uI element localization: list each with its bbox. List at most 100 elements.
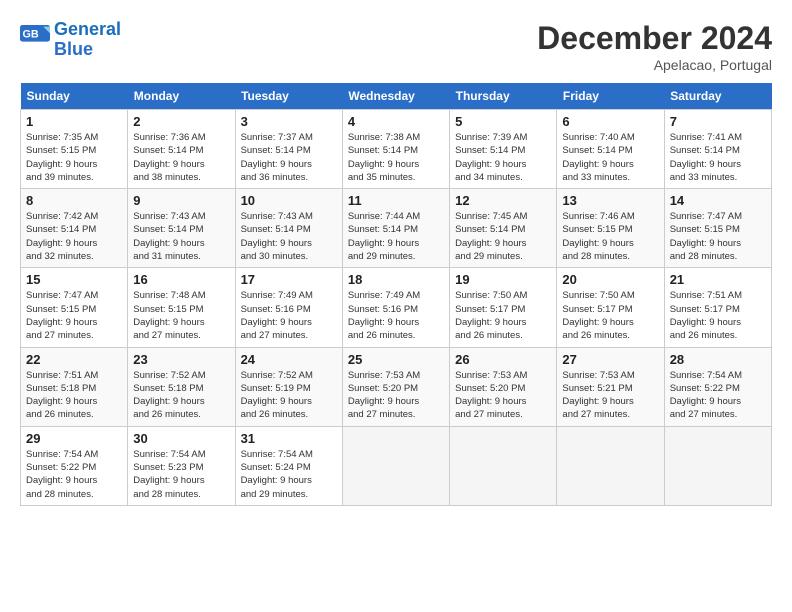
day-info: Sunrise: 7:47 AM Sunset: 5:15 PM Dayligh… [26,289,122,342]
calendar-cell: 22 Sunrise: 7:51 AM Sunset: 5:18 PM Dayli… [21,347,128,426]
day-info: Sunrise: 7:37 AM Sunset: 5:14 PM Dayligh… [241,131,337,184]
calendar-cell: 1 Sunrise: 7:35 AM Sunset: 5:15 PM Daylig… [21,110,128,189]
calendar-cell: 7 Sunrise: 7:41 AM Sunset: 5:14 PM Daylig… [664,110,771,189]
day-info: Sunrise: 7:54 AM Sunset: 5:24 PM Dayligh… [241,448,337,501]
day-number: 14 [670,193,766,208]
day-number: 7 [670,114,766,129]
logo: GB General Blue [20,20,121,60]
calendar-cell: 27 Sunrise: 7:53 AM Sunset: 5:21 PM Dayli… [557,347,664,426]
location: Apelacao, Portugal [537,57,772,73]
title-area: December 2024 Apelacao, Portugal [537,20,772,73]
calendar-week-2: 8 Sunrise: 7:42 AM Sunset: 5:14 PM Daylig… [21,189,772,268]
calendar-cell: 19Sunrise: 7:50 AM Sunset: 5:17 PM Dayli… [450,268,557,347]
day-info: Sunrise: 7:41 AM Sunset: 5:14 PM Dayligh… [670,131,766,184]
day-info: Sunrise: 7:53 AM Sunset: 5:21 PM Dayligh… [562,369,658,422]
calendar-cell: 8 Sunrise: 7:42 AM Sunset: 5:14 PM Daylig… [21,189,128,268]
day-number: 15 [26,272,122,287]
day-info: Sunrise: 7:52 AM Sunset: 5:18 PM Dayligh… [133,369,229,422]
calendar-cell: 2 Sunrise: 7:36 AM Sunset: 5:14 PM Daylig… [128,110,235,189]
day-number: 2 [133,114,229,129]
day-number: 26 [455,352,551,367]
calendar-cell: 6Sunrise: 7:40 AM Sunset: 5:14 PM Daylig… [557,110,664,189]
calendar-cell: 13Sunrise: 7:46 AM Sunset: 5:15 PM Dayli… [557,189,664,268]
day-number: 30 [133,431,229,446]
day-number: 20 [562,272,658,287]
calendar-cell [342,426,449,505]
day-number: 27 [562,352,658,367]
day-info: Sunrise: 7:54 AM Sunset: 5:23 PM Dayligh… [133,448,229,501]
day-info: Sunrise: 7:54 AM Sunset: 5:22 PM Dayligh… [26,448,122,501]
weekday-sunday: Sunday [21,83,128,110]
weekday-header-row: SundayMondayTuesdayWednesdayThursdayFrid… [21,83,772,110]
calendar-cell: 3Sunrise: 7:37 AM Sunset: 5:14 PM Daylig… [235,110,342,189]
day-info: Sunrise: 7:51 AM Sunset: 5:17 PM Dayligh… [670,289,766,342]
day-number: 18 [348,272,444,287]
day-info: Sunrise: 7:38 AM Sunset: 5:14 PM Dayligh… [348,131,444,184]
calendar-cell: 26Sunrise: 7:53 AM Sunset: 5:20 PM Dayli… [450,347,557,426]
day-info: Sunrise: 7:35 AM Sunset: 5:15 PM Dayligh… [26,131,122,184]
day-info: Sunrise: 7:54 AM Sunset: 5:22 PM Dayligh… [670,369,766,422]
day-number: 24 [241,352,337,367]
weekday-thursday: Thursday [450,83,557,110]
day-number: 28 [670,352,766,367]
day-number: 29 [26,431,122,446]
day-info: Sunrise: 7:43 AM Sunset: 5:14 PM Dayligh… [133,210,229,263]
calendar-cell [557,426,664,505]
calendar-week-3: 15 Sunrise: 7:47 AM Sunset: 5:15 PM Dayli… [21,268,772,347]
calendar-cell [664,426,771,505]
svg-text:GB: GB [23,28,39,40]
day-info: Sunrise: 7:44 AM Sunset: 5:14 PM Dayligh… [348,210,444,263]
day-number: 8 [26,193,122,208]
weekday-friday: Friday [557,83,664,110]
day-info: Sunrise: 7:39 AM Sunset: 5:14 PM Dayligh… [455,131,551,184]
calendar-cell: 12Sunrise: 7:45 AM Sunset: 5:14 PM Dayli… [450,189,557,268]
day-info: Sunrise: 7:51 AM Sunset: 5:18 PM Dayligh… [26,369,122,422]
day-number: 23 [133,352,229,367]
day-info: Sunrise: 7:36 AM Sunset: 5:14 PM Dayligh… [133,131,229,184]
calendar-cell: 21 Sunrise: 7:51 AM Sunset: 5:17 PM Dayli… [664,268,771,347]
day-number: 17 [241,272,337,287]
calendar-body: 1 Sunrise: 7:35 AM Sunset: 5:15 PM Daylig… [21,110,772,506]
calendar-cell: 17Sunrise: 7:49 AM Sunset: 5:16 PM Dayli… [235,268,342,347]
day-info: Sunrise: 7:43 AM Sunset: 5:14 PM Dayligh… [241,210,337,263]
calendar-cell: 25Sunrise: 7:53 AM Sunset: 5:20 PM Dayli… [342,347,449,426]
day-number: 31 [241,431,337,446]
day-info: Sunrise: 7:45 AM Sunset: 5:14 PM Dayligh… [455,210,551,263]
day-info: Sunrise: 7:42 AM Sunset: 5:14 PM Dayligh… [26,210,122,263]
day-number: 22 [26,352,122,367]
day-number: 5 [455,114,551,129]
day-number: 25 [348,352,444,367]
calendar-cell: 18Sunrise: 7:49 AM Sunset: 5:16 PM Dayli… [342,268,449,347]
day-number: 11 [348,193,444,208]
calendar-week-5: 29 Sunrise: 7:54 AM Sunset: 5:22 PM Dayli… [21,426,772,505]
calendar-cell: 29 Sunrise: 7:54 AM Sunset: 5:22 PM Dayli… [21,426,128,505]
weekday-wednesday: Wednesday [342,83,449,110]
calendar-cell: 24Sunrise: 7:52 AM Sunset: 5:19 PM Dayli… [235,347,342,426]
calendar-cell [450,426,557,505]
day-number: 16 [133,272,229,287]
day-info: Sunrise: 7:47 AM Sunset: 5:15 PM Dayligh… [670,210,766,263]
calendar-cell: 30 Sunrise: 7:54 AM Sunset: 5:23 PM Dayli… [128,426,235,505]
day-info: Sunrise: 7:48 AM Sunset: 5:15 PM Dayligh… [133,289,229,342]
calendar-cell: 10Sunrise: 7:43 AM Sunset: 5:14 PM Dayli… [235,189,342,268]
calendar-cell: 31 Sunrise: 7:54 AM Sunset: 5:24 PM Dayli… [235,426,342,505]
calendar-week-4: 22 Sunrise: 7:51 AM Sunset: 5:18 PM Dayli… [21,347,772,426]
calendar-cell: 28 Sunrise: 7:54 AM Sunset: 5:22 PM Dayli… [664,347,771,426]
calendar-cell: 9 Sunrise: 7:43 AM Sunset: 5:14 PM Daylig… [128,189,235,268]
calendar-cell: 11 Sunrise: 7:44 AM Sunset: 5:14 PM Dayli… [342,189,449,268]
day-number: 1 [26,114,122,129]
day-info: Sunrise: 7:50 AM Sunset: 5:17 PM Dayligh… [562,289,658,342]
day-number: 4 [348,114,444,129]
calendar-cell: 15 Sunrise: 7:47 AM Sunset: 5:15 PM Dayli… [21,268,128,347]
month-title: December 2024 [537,20,772,57]
day-info: Sunrise: 7:50 AM Sunset: 5:17 PM Dayligh… [455,289,551,342]
weekday-tuesday: Tuesday [235,83,342,110]
calendar-week-1: 1 Sunrise: 7:35 AM Sunset: 5:15 PM Daylig… [21,110,772,189]
calendar-cell: 23 Sunrise: 7:52 AM Sunset: 5:18 PM Dayli… [128,347,235,426]
calendar-cell: 5 Sunrise: 7:39 AM Sunset: 5:14 PM Daylig… [450,110,557,189]
day-number: 9 [133,193,229,208]
header: GB General Blue December 2024 Apelacao, … [20,20,772,73]
day-number: 21 [670,272,766,287]
logo-line2: Blue [54,39,93,59]
logo-line1: General [54,19,121,39]
